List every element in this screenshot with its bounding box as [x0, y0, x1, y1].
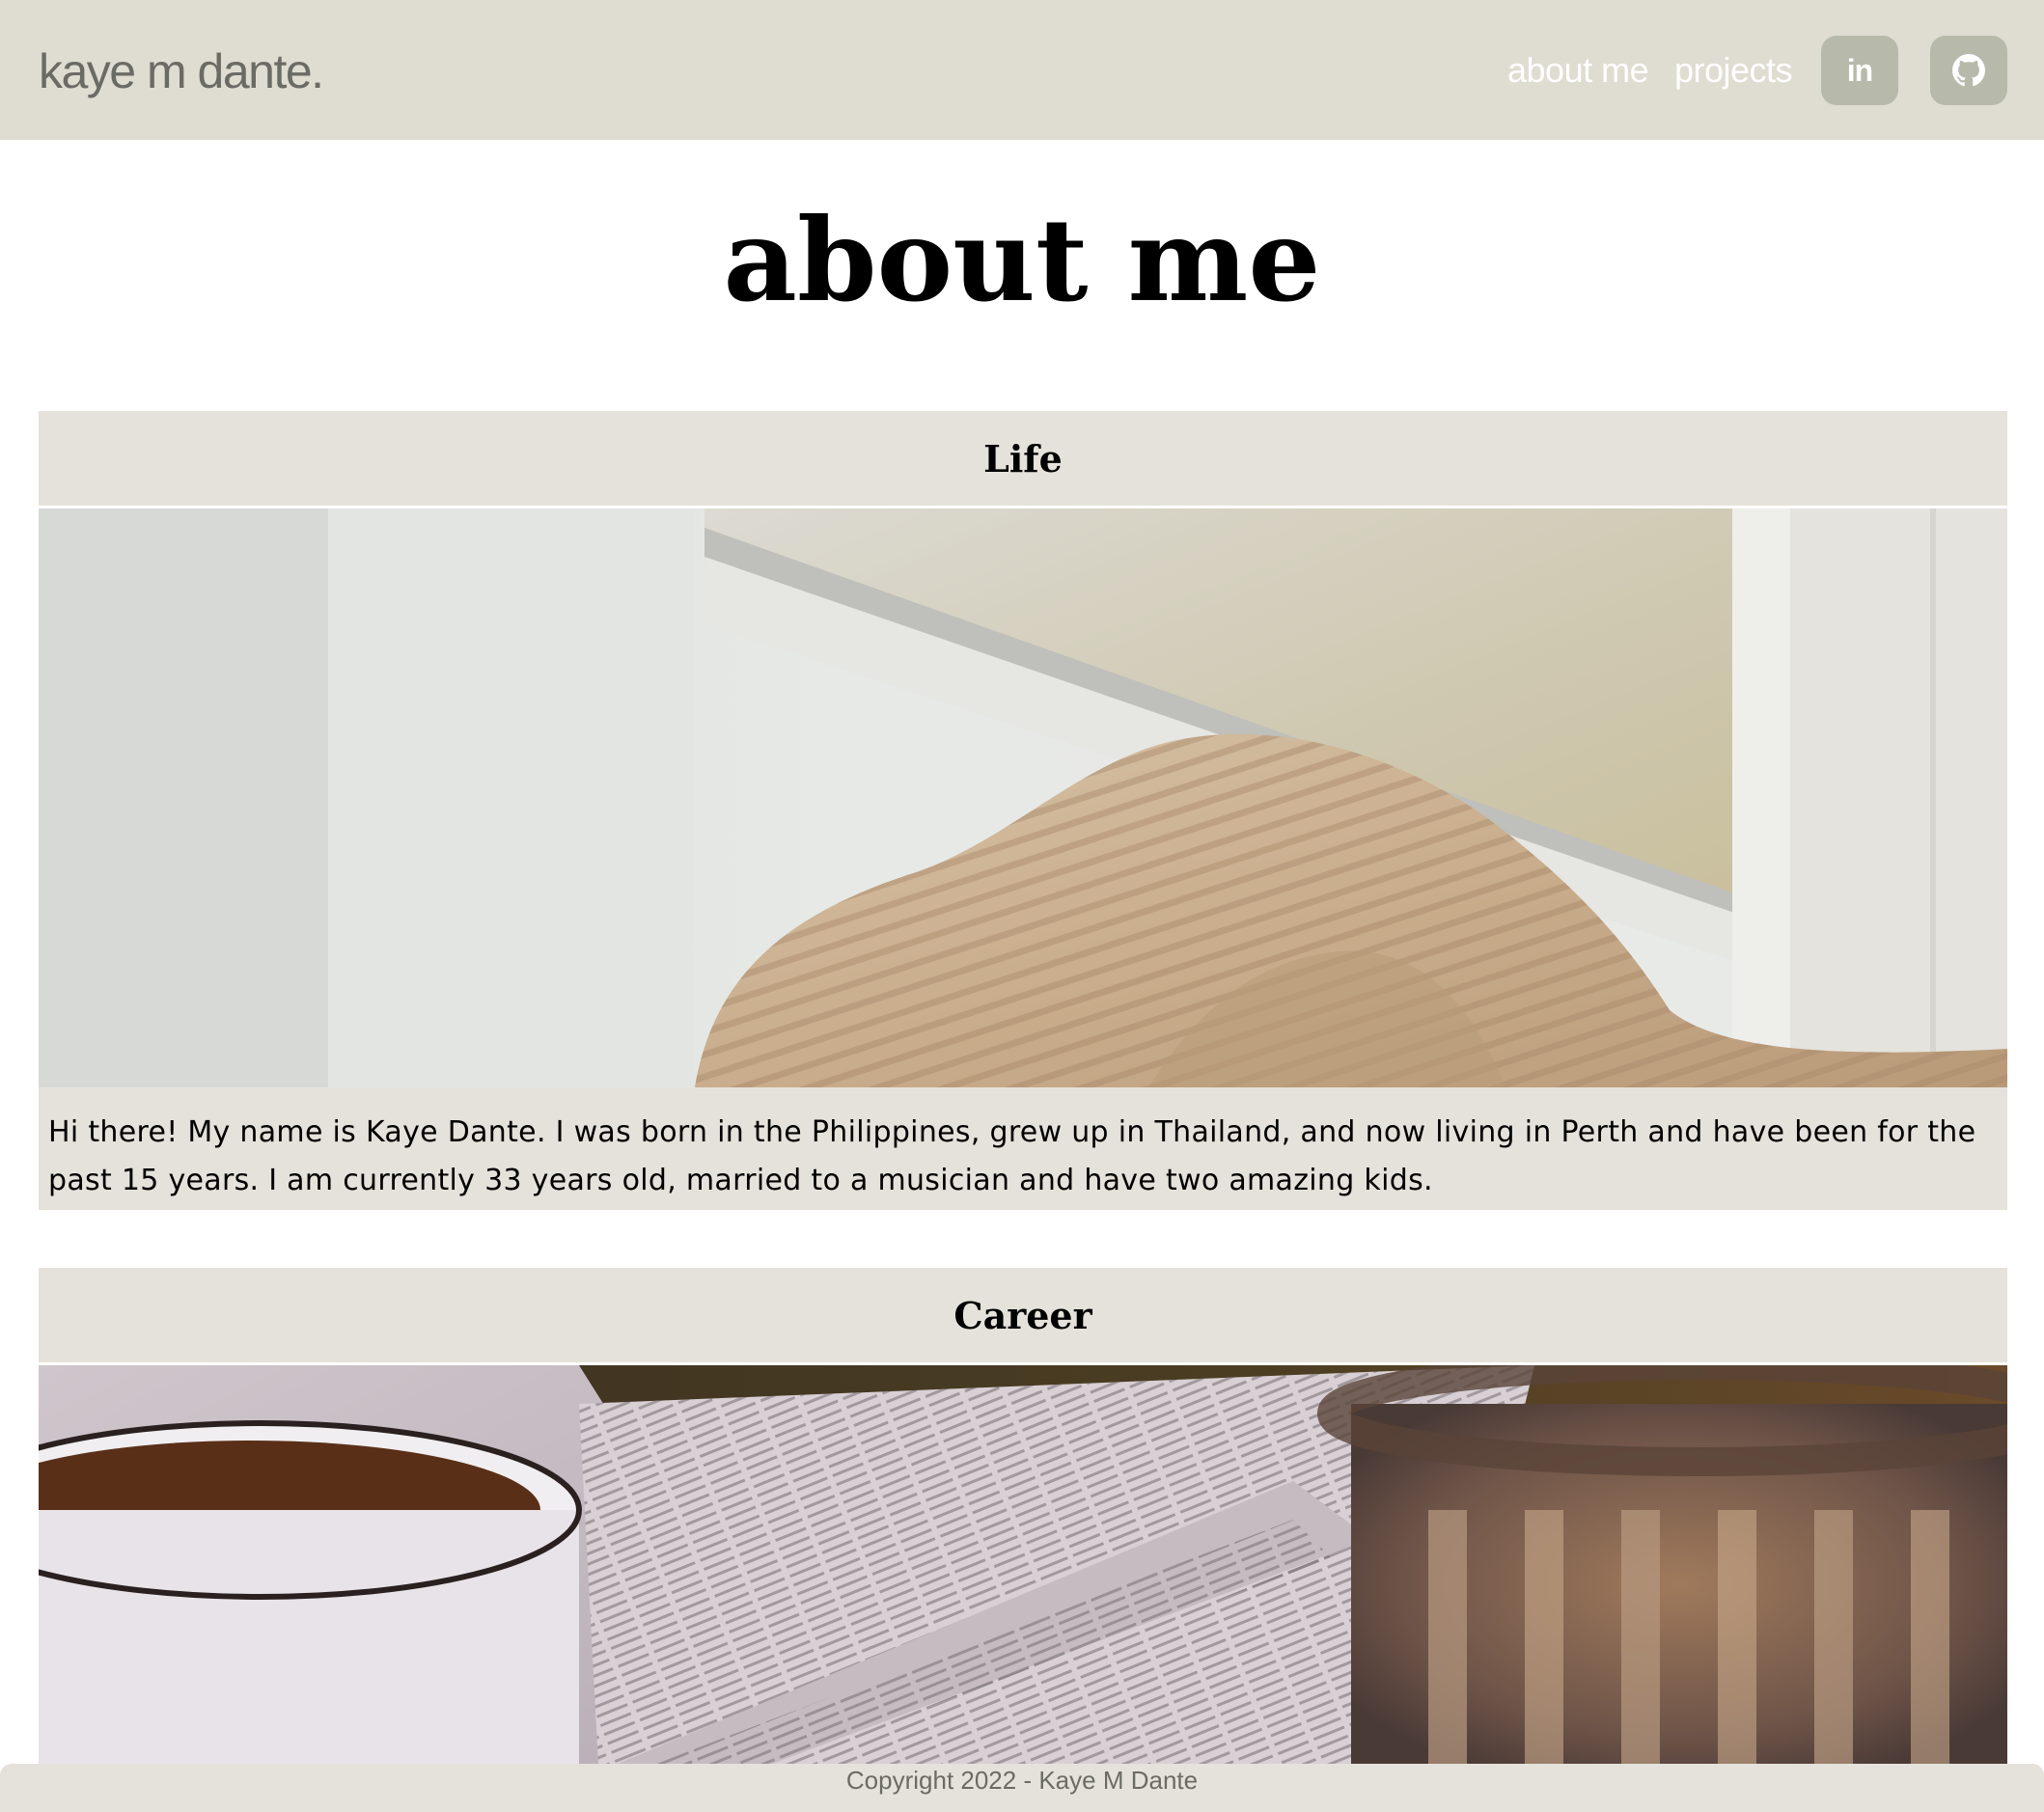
page-title: about me	[723, 193, 1321, 327]
life-description: Hi there! My name is Kaye Dante. I was b…	[39, 1087, 2007, 1210]
nav-link-projects[interactable]: projects	[1674, 48, 1793, 93]
github-button[interactable]	[1930, 36, 2007, 105]
nav-link-about-me[interactable]: about me	[1507, 48, 1649, 93]
site-logo[interactable]: kaye m dante.	[39, 42, 324, 100]
footer: Copyright 2022 - Kaye M Dante	[0, 1764, 2044, 1812]
linkedin-icon: in	[1846, 52, 1873, 88]
copyright-text: Copyright 2022 - Kaye M Dante	[845, 1766, 1199, 1795]
navbar: kaye m dante. about me projects in	[0, 0, 2044, 140]
github-icon	[1952, 54, 1985, 87]
section-heading-life: Life	[39, 411, 2007, 508]
knit-sweater-photo	[39, 508, 2007, 1087]
linkedin-button[interactable]: in	[1821, 36, 1898, 105]
section-heading-career: Career	[39, 1268, 2007, 1364]
book-coffee-photo	[39, 1365, 2007, 1764]
